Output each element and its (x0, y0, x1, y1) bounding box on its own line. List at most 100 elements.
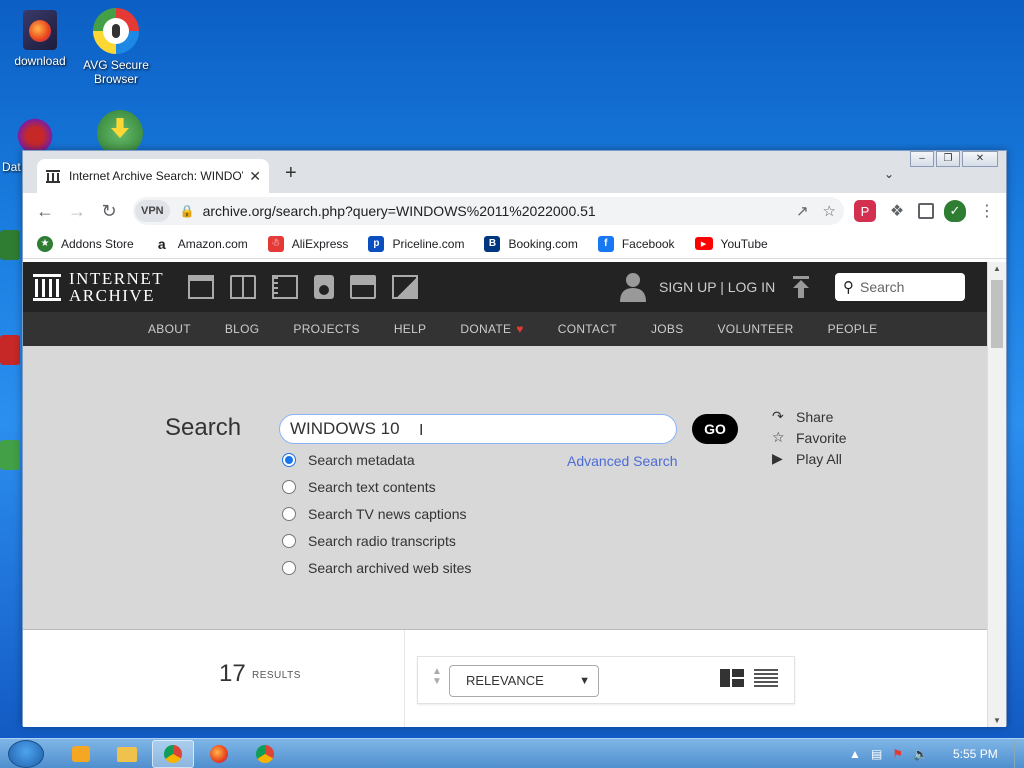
address-bar[interactable]: VPN 🔒 archive.org/search.php?query=WINDO… (133, 197, 844, 225)
side-panel-icon[interactable] (918, 203, 934, 219)
bookmark-addons-store[interactable]: ★ Addons Store (37, 235, 134, 252)
desktop-icon-download[interactable]: download (0, 10, 80, 68)
signup-login-link[interactable]: SIGN UP | LOG IN (659, 279, 775, 295)
new-tab-button[interactable]: + (285, 163, 297, 183)
facebook-icon: f (597, 235, 614, 252)
bookmark-facebook[interactable]: f Facebook (597, 235, 675, 252)
radio-search-radio-transcripts[interactable]: Search radio transcripts (282, 533, 456, 549)
radio-button-checked[interactable] (282, 453, 296, 467)
lock-icon[interactable]: 🔒 (180, 204, 195, 218)
radio-label: Search radio transcripts (308, 533, 456, 549)
bookmark-booking[interactable]: B Booking.com (484, 235, 578, 252)
nav-donate[interactable]: DONATE ♥ (460, 322, 523, 336)
folder-icon (117, 746, 137, 762)
action-center-flag-icon[interactable]: ⚑ (892, 747, 903, 761)
close-window-button[interactable]: ✕ (962, 151, 998, 167)
nav-volunteer[interactable]: VOLUNTEER (718, 322, 794, 336)
vpn-badge[interactable]: VPN (135, 200, 170, 222)
page-scrollbar[interactable]: ▲ ▼ (987, 262, 1006, 727)
desktop-partial-icon (0, 335, 20, 365)
scroll-down-icon[interactable]: ▼ (993, 716, 1001, 725)
shield-check-icon[interactable]: ✓ (944, 200, 966, 222)
share-page-icon[interactable]: ↗ (796, 202, 809, 220)
radio-search-metadata[interactable]: Search metadata (282, 452, 415, 468)
tab-internet-archive[interactable]: Internet Archive Search: WINDOV ✕ (37, 159, 269, 193)
video-film-icon[interactable] (272, 275, 299, 299)
radio-button[interactable] (282, 507, 296, 521)
nav-help[interactable]: HELP (394, 322, 427, 336)
radio-label: Search metadata (308, 452, 415, 468)
results-count: 17 (219, 660, 246, 687)
web-icon[interactable] (188, 275, 215, 299)
header-search-box[interactable]: ⚲ Search (835, 273, 965, 301)
radio-search-text-contents[interactable]: Search text contents (282, 479, 436, 495)
bookmark-priceline[interactable]: p Priceline.com (368, 235, 464, 252)
upload-icon[interactable] (791, 276, 811, 298)
user-avatar-icon[interactable] (619, 272, 647, 302)
bookmark-aliexpress[interactable]: ☃ AliExpress (267, 235, 348, 252)
taskbar-firefox[interactable] (198, 740, 240, 768)
audio-speaker-icon[interactable] (314, 275, 335, 299)
volume-icon[interactable]: 🔈 (913, 747, 928, 761)
minimize-button[interactable]: – (910, 151, 934, 167)
scrollbar-thumb[interactable] (991, 280, 1003, 348)
desktop-icon-avg-secure-browser[interactable]: AVG Secure Browser (76, 8, 156, 86)
taskbar-clock[interactable]: 5:55 PM (953, 747, 998, 761)
results-bar: 17 RESULTS ▲ ▼ RELEVANCE ▼ (23, 630, 987, 727)
network-icon[interactable]: ▤ (871, 747, 882, 761)
nav-jobs[interactable]: JOBS (651, 322, 684, 336)
back-arrow-icon[interactable]: ← (31, 197, 59, 225)
puzzle-extensions-icon[interactable]: ❖ (886, 200, 908, 222)
bookmark-star-icon[interactable]: ☆ (823, 202, 836, 220)
tray-expand-icon[interactable]: ▲ (849, 747, 861, 761)
browser-menu-icon[interactable]: ⋮ (976, 200, 998, 222)
radio-search-tv-captions[interactable]: Search TV news captions (282, 506, 467, 522)
reload-icon[interactable]: ↻ (95, 197, 123, 225)
url-text[interactable]: archive.org/search.php?query=WINDOWS%201… (203, 203, 782, 219)
star-outline-icon: ☆ (772, 429, 785, 445)
favorite-link[interactable]: ☆ Favorite (772, 429, 847, 446)
show-desktop-button[interactable] (1014, 739, 1024, 768)
go-button[interactable]: GO (692, 414, 738, 444)
maximize-button[interactable]: ❐ (936, 151, 960, 167)
share-link[interactable]: ↷ Share (772, 408, 847, 425)
tile-view-icon[interactable] (720, 669, 744, 687)
scroll-up-icon[interactable]: ▲ (993, 264, 1001, 273)
list-view-icon[interactable] (754, 669, 778, 687)
bookmark-label: Facebook (621, 236, 675, 251)
results-label: RESULTS (252, 670, 301, 681)
images-icon[interactable] (392, 275, 419, 299)
nav-projects[interactable]: PROJECTS (293, 322, 359, 336)
radio-search-archived-web[interactable]: Search archived web sites (282, 560, 471, 576)
main-search-input[interactable]: WINDOWS 10 (279, 414, 677, 444)
sort-select[interactable]: RELEVANCE ▼ (449, 665, 599, 697)
advanced-search-link[interactable]: Advanced Search (567, 453, 678, 469)
texts-book-icon[interactable] (230, 275, 257, 299)
bookmark-amazon[interactable]: a Amazon.com (154, 236, 248, 252)
sort-direction-arrows-icon[interactable]: ▲ ▼ (432, 667, 442, 687)
nav-about[interactable]: ABOUT (148, 322, 191, 336)
start-button[interactable] (8, 740, 44, 768)
taskbar-media-player[interactable] (60, 740, 102, 768)
internet-archive-logo[interactable]: INTERNET ARCHIVE (33, 270, 164, 304)
system-tray: ▲ ▤ ⚑ 🔈 (839, 747, 928, 761)
nav-blog[interactable]: BLOG (225, 322, 260, 336)
software-disk-icon[interactable] (350, 275, 377, 299)
radio-button[interactable] (282, 561, 296, 575)
nav-contact[interactable]: CONTACT (558, 322, 617, 336)
sort-value: RELEVANCE (466, 673, 544, 688)
pocket-extension-icon[interactable]: P (854, 200, 876, 222)
taskbar-chrome-active[interactable] (152, 740, 194, 768)
taskbar-chrome[interactable] (244, 740, 286, 768)
priceline-icon: p (368, 235, 385, 252)
taskbar-file-explorer[interactable] (106, 740, 148, 768)
nav-people[interactable]: PEOPLE (828, 322, 878, 336)
search-heading: Search (165, 414, 242, 441)
radio-button[interactable] (282, 534, 296, 548)
forward-arrow-icon[interactable]: → (63, 197, 91, 225)
play-all-link[interactable]: ▶ Play All (772, 450, 847, 467)
radio-button[interactable] (282, 480, 296, 494)
tab-close-icon[interactable]: ✕ (249, 168, 261, 185)
tab-search-chevron-icon[interactable]: ⌄ (884, 167, 894, 181)
bookmark-youtube[interactable]: ▶ YouTube (694, 237, 768, 251)
